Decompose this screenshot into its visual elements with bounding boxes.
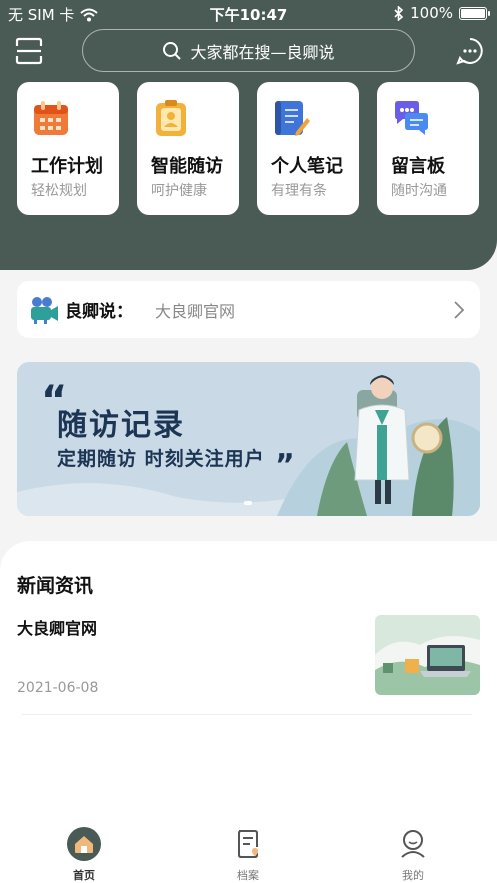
search-placeholder: 大家都在搜—良卿说 xyxy=(190,42,335,62)
banner-carousel[interactable]: “ 随访记录 定期随访 时刻关注用户 ” xyxy=(17,362,480,516)
notice-text: 大良卿官网 xyxy=(155,301,236,321)
tab-profile[interactable]: 我的 xyxy=(373,827,453,883)
notebook-icon xyxy=(275,101,310,136)
chat-bubbles-icon xyxy=(395,101,428,135)
tab-label: 档案 xyxy=(237,869,259,882)
divider xyxy=(22,714,472,715)
tab-home[interactable]: 首页 xyxy=(44,827,124,883)
tab-archive[interactable]: 档案 xyxy=(208,827,288,883)
banner-subtitle: 定期随访 时刻关注用户 xyxy=(57,448,265,470)
quote-close: ” xyxy=(275,448,295,483)
card-notes[interactable]: 个人笔记 有理有条 xyxy=(257,82,359,215)
notice-bar[interactable]: 良卿说： 大良卿官网 xyxy=(17,281,480,338)
carousel-indicator xyxy=(244,501,252,505)
battery-icon xyxy=(459,6,490,20)
feature-grid: 工作计划 轻松规划 智能随访 呵护健康 个人笔记 有理有条 留言板 随时沟通 xyxy=(17,82,479,215)
archive-icon xyxy=(238,830,258,858)
card-title: 智能随访 xyxy=(151,156,223,177)
card-work-plan[interactable]: 工作计划 轻松规划 xyxy=(17,82,119,215)
card-title: 个人笔记 xyxy=(271,156,343,177)
card-title: 工作计划 xyxy=(31,156,103,177)
profile-icon xyxy=(401,830,425,858)
card-follow-up[interactable]: 智能随访 呵护健康 xyxy=(137,82,239,215)
card-subtitle: 随时沟通 xyxy=(391,183,447,199)
section-heading: 新闻资讯 xyxy=(17,575,94,597)
card-subtitle: 有理有条 xyxy=(271,183,327,199)
card-title: 留言板 xyxy=(391,156,445,177)
video-camera-icon xyxy=(31,296,58,324)
scan-icon[interactable] xyxy=(14,36,44,66)
chevron-right-icon xyxy=(454,301,465,319)
calendar-icon xyxy=(34,101,68,135)
bluetooth-icon xyxy=(394,5,404,21)
card-message-board[interactable]: 留言板 随时沟通 xyxy=(377,82,479,215)
status-bar: 无 SIM 卡 下午10:47 100% xyxy=(0,0,497,28)
home-icon xyxy=(67,827,101,861)
tab-bar: 首页 档案 我的 xyxy=(0,811,497,883)
news-thumbnail[interactable] xyxy=(375,615,480,695)
search-bar[interactable]: 大家都在搜—良卿说 xyxy=(82,29,415,72)
doctor-illustration xyxy=(354,375,410,504)
battery-percent: 100% xyxy=(410,4,453,22)
news-section: 新闻资讯 大良卿官网 2021-06-08 xyxy=(0,541,497,811)
notice-label: 良卿说： xyxy=(65,302,133,322)
tab-label: 我的 xyxy=(402,869,424,882)
news-item-date: 2021-06-08 xyxy=(17,680,99,696)
clipboard-icon xyxy=(156,100,186,136)
card-subtitle: 呵护健康 xyxy=(151,183,207,199)
banner-title: 随访记录 xyxy=(57,408,185,443)
card-subtitle: 轻松规划 xyxy=(31,183,87,199)
news-item-title[interactable]: 大良卿官网 xyxy=(17,615,97,639)
message-icon[interactable] xyxy=(455,36,485,66)
tab-label: 首页 xyxy=(73,869,95,882)
search-icon xyxy=(163,41,182,60)
